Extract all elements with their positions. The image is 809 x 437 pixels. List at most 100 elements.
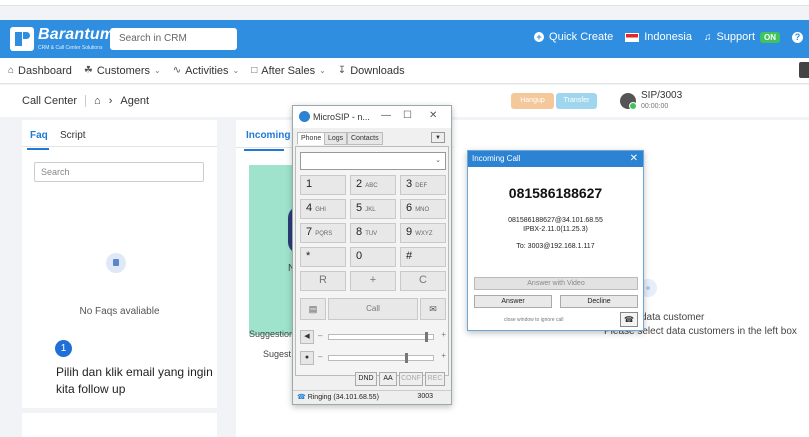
crm-search-input[interactable]: Search in CRM [110, 28, 237, 50]
barantum-logo-icon [10, 27, 34, 51]
key-redial[interactable]: R [300, 271, 346, 291]
speaker-volume: ◀ – + [300, 330, 446, 344]
key-plus[interactable]: + [350, 271, 396, 291]
plus-icon: + [441, 351, 446, 360]
tab-incoming[interactable]: Incoming [243, 130, 290, 151]
speaker-slider-thumb[interactable] [425, 332, 428, 342]
nav-after-sales[interactable]: □ After Sales ⌄ [251, 65, 326, 77]
menu-dropdown-icon[interactable]: ▼ [431, 132, 445, 143]
key-2[interactable]: 2 ABC [350, 175, 396, 195]
home-icon[interactable]: ⌂ [94, 95, 101, 107]
breadcrumb: Call Center ⌂ › Agent [22, 95, 149, 107]
key-star[interactable]: * [300, 247, 346, 267]
ringing-icon: ☎ [297, 394, 306, 401]
support-toggle[interactable]: ♫ Support ON [704, 31, 780, 43]
key-clear[interactable]: C [400, 271, 446, 291]
transfer-button[interactable]: Transfer [556, 93, 597, 109]
hangup-button[interactable]: Hangup [511, 93, 554, 109]
dialpad-area: ⌄ 1 2 ABC 3 DEF 4 GHI 5 JKL 6 MNO 7 PQRS… [295, 146, 449, 376]
support-label: Support [716, 31, 755, 43]
sip-status-icon [620, 93, 637, 110]
close-icon[interactable]: ✕ [429, 110, 437, 121]
key-5[interactable]: 5 JKL [350, 199, 396, 219]
microphone-icon[interactable]: ● [300, 351, 314, 365]
microphone-volume: ● – + [300, 351, 446, 365]
plus-circle-icon: + [534, 32, 545, 42]
key-6[interactable]: 6 MNO [400, 199, 446, 219]
microphone-slider-thumb[interactable] [405, 353, 408, 363]
suggestion-label-2: Sugest [263, 349, 292, 359]
dial-number-input[interactable]: ⌄ [300, 152, 446, 170]
tab-contacts[interactable]: Contacts [347, 132, 383, 145]
nav-dashboard[interactable]: ⌂ Dashboard [8, 65, 72, 77]
nav-downloads-label: Downloads [350, 64, 405, 77]
language-label: Indonesia [644, 31, 692, 43]
tab-faq[interactable]: Faq [27, 130, 49, 150]
contact-card-icon[interactable]: ▤ [300, 298, 326, 320]
side-panel-handle[interactable] [799, 62, 809, 78]
empty-faq-icon [106, 253, 126, 273]
tutorial-instruction: Pilih dan klik email yang ingin kita fol… [56, 365, 213, 396]
nav-activities[interactable]: ∿ Activities ⌄ [173, 65, 240, 77]
chevron-down-icon: ⌄ [154, 66, 161, 75]
key-hash[interactable]: # [400, 247, 446, 267]
language-selector[interactable]: Indonesia [625, 31, 692, 43]
speaker-icon[interactable]: ◀ [300, 330, 314, 344]
indonesia-flag-icon [625, 32, 640, 42]
tab-logs[interactable]: Logs [324, 132, 348, 145]
call-button[interactable]: Call [328, 298, 418, 320]
customers-icon: ☘ [83, 65, 93, 76]
breadcrumb-root[interactable]: Call Center [22, 95, 77, 107]
nav-customers[interactable]: ☘ Customers ⌄ [84, 65, 161, 77]
empty-faq-text: No Faqs avaliable [79, 306, 160, 317]
key-3[interactable]: 3 DEF [400, 175, 446, 195]
downloads-icon: ↧ [337, 65, 347, 76]
close-icon[interactable]: ✕ [630, 153, 638, 164]
call-timer: 00:00:00 [641, 103, 669, 110]
logo-subtitle: CRM & Call Center Solutions [38, 45, 103, 51]
key-4[interactable]: 4 GHI [300, 199, 346, 219]
key-7[interactable]: 7 PQRS [300, 223, 346, 243]
support-on-badge[interactable]: ON [760, 31, 780, 43]
status-extension: 3003 [417, 393, 433, 400]
message-icon[interactable]: ✉ [420, 298, 446, 320]
maximize-icon[interactable]: ☐ [403, 110, 412, 121]
faq-tabs: Faq Script [22, 120, 217, 150]
record-button[interactable]: REC [425, 372, 445, 386]
incoming-call-title: Incoming Call [472, 154, 521, 163]
microphone-slider[interactable] [328, 353, 434, 363]
sip-extension: SIP/3003 [641, 90, 683, 101]
caller-info: 081586188627@34.101.68.55 IPBX-2.11.0(11… [468, 216, 643, 234]
nav-after-sales-label: After Sales [261, 64, 316, 77]
tab-script[interactable]: Script [60, 130, 86, 141]
caller-number: 081586188627 [508, 185, 603, 201]
dnd-button[interactable]: DND [355, 372, 377, 386]
auto-answer-button[interactable]: AA [379, 372, 397, 386]
key-1[interactable]: 1 [300, 175, 346, 195]
tab-phone[interactable]: Phone [297, 132, 326, 145]
minimize-icon[interactable]: — [381, 110, 391, 121]
chevron-down-icon: ⌄ [232, 66, 240, 75]
help-icon[interactable]: ? [792, 31, 803, 43]
conference-button[interactable]: CONF [399, 372, 423, 386]
key-9[interactable]: 9 WXYZ [400, 223, 446, 243]
quick-create-button[interactable]: + Quick Create [534, 31, 613, 43]
minus-icon: – [318, 331, 323, 340]
chevron-right-icon: › [108, 95, 113, 107]
home-icon: ⌂ [8, 65, 15, 76]
answer-video-button[interactable]: Answer with Video [474, 277, 638, 290]
suggestion-label: Suggestion [249, 329, 295, 339]
nav-downloads[interactable]: ↧ Downloads [338, 65, 405, 77]
speaker-slider[interactable] [328, 332, 434, 342]
microsip-statusbar: ☎ Ringing (34.101.68.55) 3003 [293, 390, 451, 404]
decline-button[interactable]: Decline [560, 295, 638, 308]
nav-customers-label: Customers [96, 64, 151, 77]
phone-forward-icon[interactable]: ☎ [620, 312, 638, 327]
incoming-call-dialog: Incoming Call ✕ 081586188627 08158618862… [467, 150, 644, 331]
key-8[interactable]: 8 TUV [350, 223, 396, 243]
faq-search-input[interactable]: Search [34, 162, 204, 182]
answer-button[interactable]: Answer [474, 295, 552, 308]
app-header: Barantum CRM & Call Center Solutions Sea… [0, 20, 809, 58]
key-0[interactable]: 0 [350, 247, 396, 267]
microsip-title: MicroSIP - n... [313, 112, 370, 122]
